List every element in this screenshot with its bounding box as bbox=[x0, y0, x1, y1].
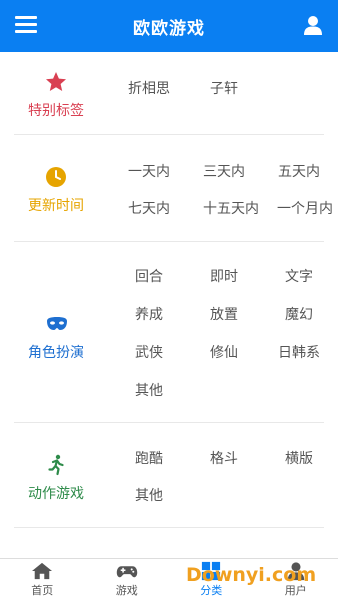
tag-item[interactable]: 七天内 bbox=[128, 198, 170, 218]
category-update-time[interactable]: 更新时间 bbox=[0, 165, 112, 215]
tag-item[interactable]: 武侠 bbox=[135, 342, 163, 362]
tab-label: 首页 bbox=[31, 584, 54, 597]
tag-item[interactable]: 修仙 bbox=[210, 342, 238, 362]
gamepad-icon bbox=[116, 566, 137, 578]
tab-label: 游戏 bbox=[115, 584, 138, 597]
tag-item[interactable]: 十五天内 bbox=[203, 198, 259, 218]
tag-item[interactable]: 三天内 bbox=[203, 161, 245, 181]
category-action-games[interactable]: 动作游戏 bbox=[0, 453, 112, 503]
tag-item[interactable]: 子轩 bbox=[210, 78, 238, 98]
app-header: 欧欧游戏 bbox=[0, 0, 338, 52]
tag-item[interactable]: 回合 bbox=[135, 266, 163, 286]
tag-item[interactable]: 即时 bbox=[210, 266, 238, 286]
star-icon bbox=[44, 70, 68, 94]
tag-item[interactable]: 其他 bbox=[135, 485, 163, 505]
tag-item[interactable]: 折相思 bbox=[128, 78, 170, 98]
tab-home[interactable]: 首页 bbox=[0, 559, 85, 600]
tag-item[interactable]: 横版 bbox=[285, 448, 313, 468]
watermark: Downyi.com bbox=[186, 564, 317, 586]
mask-icon bbox=[44, 312, 68, 336]
tag-item[interactable]: 跑酷 bbox=[135, 448, 163, 468]
category-label: 动作游戏 bbox=[28, 486, 84, 502]
category-special-tags[interactable]: 特别标签 bbox=[0, 70, 112, 120]
tag-item[interactable]: 一天内 bbox=[128, 161, 170, 181]
tag-item[interactable]: 养成 bbox=[135, 304, 163, 324]
category-list: 特别标签 折相思 子轩 更新时间 一天内 三天内 五天内 七天内 十五天内 一个… bbox=[0, 52, 338, 558]
tag-item[interactable]: 五天内 bbox=[278, 161, 320, 181]
user-icon[interactable] bbox=[302, 14, 324, 36]
category-label: 角色扮演 bbox=[28, 345, 84, 361]
tag-item[interactable]: 日韩系 bbox=[278, 342, 320, 362]
tag-item[interactable]: 其他 bbox=[135, 380, 163, 400]
category-role-playing[interactable]: 角色扮演 bbox=[0, 312, 112, 362]
section-role-playing: 角色扮演 回合 即时 文字 养成 放置 魔幻 武侠 修仙 日韩系 其他 bbox=[0, 242, 338, 422]
divider bbox=[14, 527, 324, 528]
section-update-time: 更新时间 一天内 三天内 五天内 七天内 十五天内 一个月内 bbox=[0, 135, 338, 241]
page-title: 欧欧游戏 bbox=[133, 18, 205, 39]
tab-games[interactable]: 游戏 bbox=[85, 559, 170, 600]
tag-item[interactable]: 一个月内 bbox=[277, 198, 333, 218]
home-icon bbox=[32, 562, 53, 580]
clock-icon bbox=[44, 165, 68, 189]
running-icon bbox=[44, 453, 68, 477]
category-label: 更新时间 bbox=[28, 198, 84, 214]
tag-item[interactable]: 魔幻 bbox=[285, 304, 313, 324]
menu-icon[interactable] bbox=[15, 16, 37, 36]
tag-item[interactable]: 放置 bbox=[210, 304, 238, 324]
tag-item[interactable]: 格斗 bbox=[210, 448, 238, 468]
section-action-games: 动作游戏 跑酷 格斗 横版 其他 bbox=[0, 423, 338, 527]
section-special-tags: 特别标签 折相思 子轩 bbox=[0, 52, 338, 134]
category-label: 特别标签 bbox=[28, 103, 84, 119]
tag-item[interactable]: 文字 bbox=[285, 266, 313, 286]
